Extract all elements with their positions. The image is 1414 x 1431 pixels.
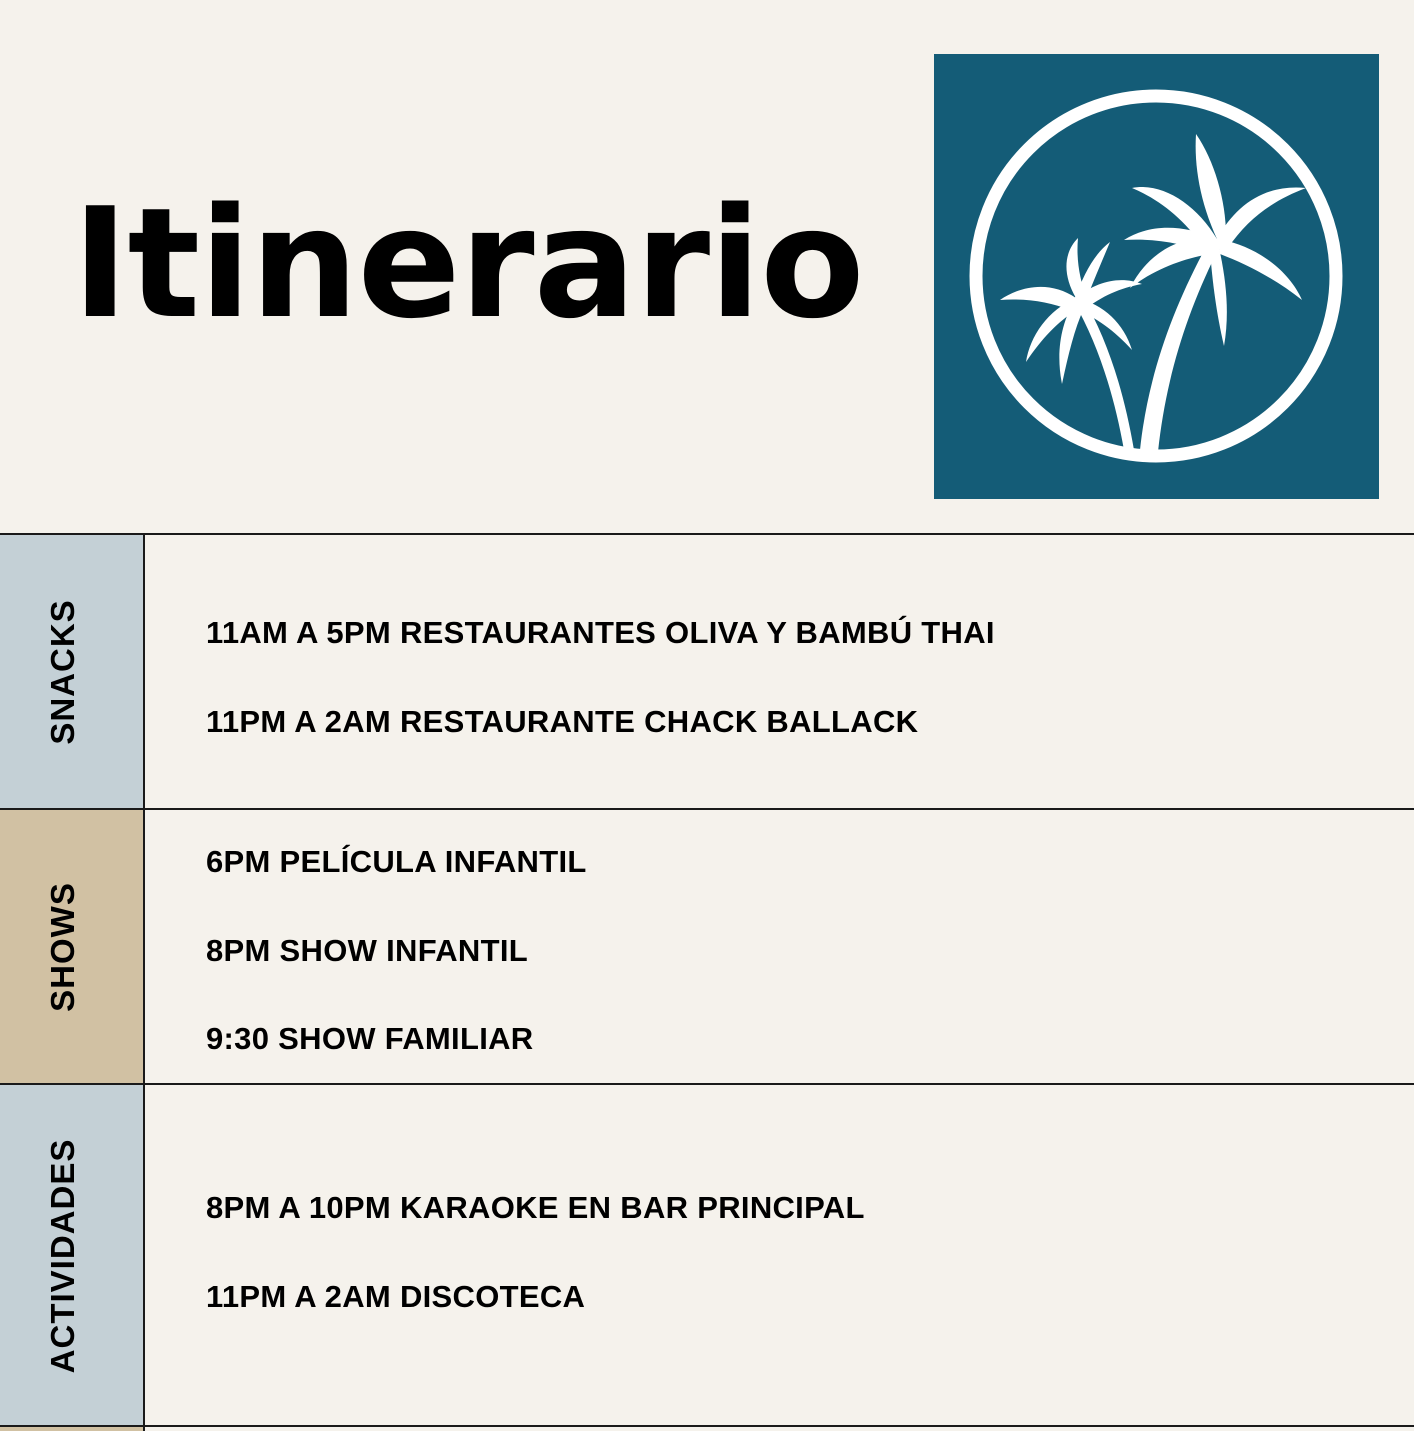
schedule-item: 11PM A 2AM RESTAURANTE CHACK BALLACK [206,704,919,739]
section-row-actividades: ACTIVIDADES 8PM A 10PM KARAOKE EN BAR PR… [0,1083,1414,1426]
page-title: Itinerario [72,175,865,352]
section-row-snacks: SNACKS 11AM A 5PM RESTAURANTES OLIVA Y B… [0,533,1414,809]
schedule-item: 9:30 SHOW FAMILIAR [206,1021,534,1056]
schedule-item: 11PM A 2AM DISCOTECA [206,1279,586,1314]
section-row-shows: SHOWS 6PM PELÍCULA INFANTIL 8PM SHOW INF… [0,808,1414,1084]
section-label-shows: SHOWS [44,882,81,1012]
section-label-cell: SNACKS [0,535,145,809]
itinerary-table: SNACKS 11AM A 5PM RESTAURANTES OLIVA Y B… [0,533,1414,1431]
palm-trees-icon [934,54,1379,499]
section-label-cell: SHOWS [0,810,145,1084]
section-label-snacks: SNACKS [44,599,81,745]
schedule-item: 8PM A 10PM KARAOKE EN BAR PRINCIPAL [206,1190,865,1225]
schedule-item: 11AM A 5PM RESTAURANTES OLIVA Y BAMBÚ TH… [206,615,995,650]
section-label-cell: ACTIVIDADES [0,1085,145,1426]
section-label-cell [0,1427,145,1431]
section-label-actividades: ACTIVIDADES [44,1138,81,1373]
schedule-item: 8PM SHOW INFANTIL [206,933,528,968]
section-row-next [0,1425,1414,1431]
schedule-item: 6PM PELÍCULA INFANTIL [206,844,587,879]
palm-trees-logo [934,54,1379,499]
